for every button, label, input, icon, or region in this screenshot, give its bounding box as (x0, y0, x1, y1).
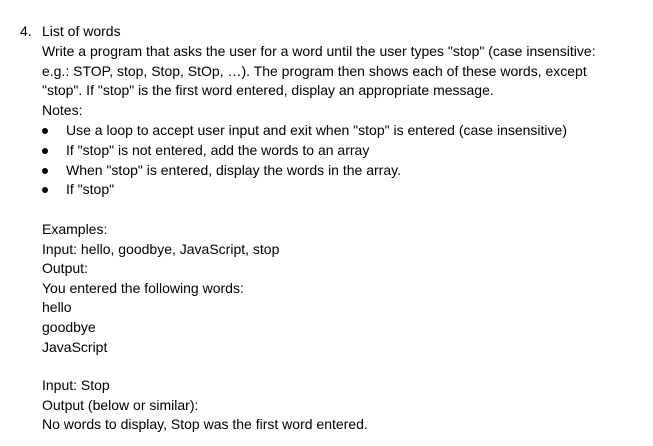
description-line: Write a program that asks the user for a… (42, 43, 596, 59)
example1-output-line: You entered the following words: (42, 280, 244, 296)
item-number: 4. (20, 23, 32, 39)
example2-output-line: No words to display, Stop was the first … (42, 416, 368, 432)
bullet-icon (42, 187, 48, 193)
examples-heading: Examples: (42, 221, 108, 237)
note-text: When "stop" is entered, display the word… (66, 162, 401, 178)
example2-output-label: Output (below or similar): (42, 397, 199, 413)
note-text: If "stop" (66, 181, 115, 197)
bullet-icon (42, 128, 48, 134)
item-title: List of words (42, 23, 121, 39)
example1-output-line: goodbye (42, 319, 96, 335)
example1-input: Input: hello, goodbye, JavaScript, stop (42, 241, 280, 257)
example2-input: Input: Stop (42, 377, 110, 393)
description-line: "stop". If "stop" is the first word ente… (42, 82, 494, 98)
document-page: 4. List of words Write a program that as… (0, 0, 653, 446)
notes-heading: Notes: (42, 102, 83, 118)
note-text: Use a loop to accept user input and exit… (66, 122, 567, 138)
note-text: If "stop" is not entered, add the words … (66, 142, 370, 158)
example1-output-line: hello (42, 299, 72, 315)
bullet-icon (42, 168, 48, 174)
description-line: e.g.: STOP, stop, Stop, StOp, …). The pr… (42, 63, 587, 79)
bullet-icon (42, 148, 48, 154)
example1-output-line: JavaScript (42, 339, 108, 355)
example1-output-label: Output: (42, 260, 88, 276)
